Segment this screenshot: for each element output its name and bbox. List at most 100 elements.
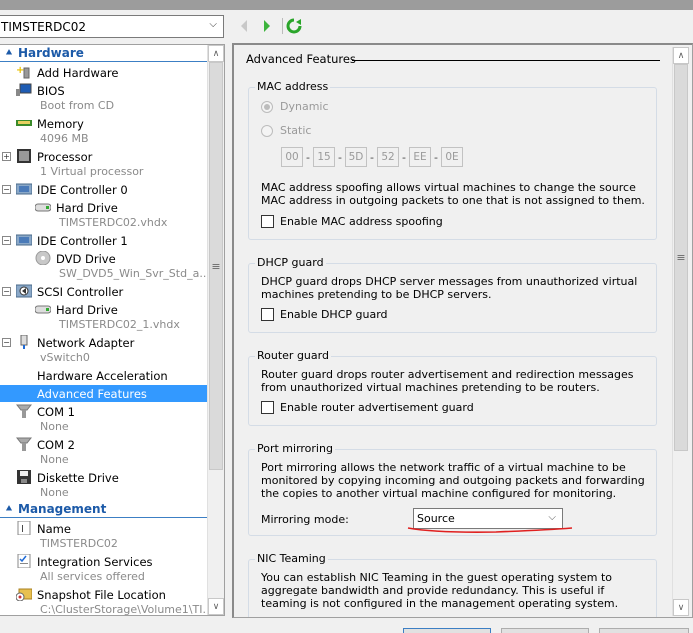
toolbar-separator (282, 18, 283, 34)
tree-item-subtext: SW_DVD5_Win_Svr_Std_a... (59, 267, 210, 280)
mac-spoofing-description: MAC address spoofing allows virtual mach… (261, 181, 645, 207)
memory-icon (16, 116, 32, 130)
scroll-up-button[interactable]: ∧ (208, 45, 224, 62)
tree-item-network-adapter[interactable]: − Network Adapter (0, 334, 207, 351)
collapse-icon[interactable]: − (2, 185, 11, 194)
scroll-down-button[interactable]: ∨ (673, 599, 689, 616)
add-hardware-icon: + (16, 65, 32, 79)
router-guard-checkbox[interactable]: Enable router advertisement guard (261, 401, 474, 414)
collapse-icon[interactable]: ⯅ (0, 48, 18, 59)
section-header-label: Hardware (18, 46, 84, 60)
tree-item-memory[interactable]: Memory (0, 115, 207, 132)
back-arrow-icon (241, 20, 247, 32)
port-mirroring-description: Port mirroring allows the network traffi… (261, 461, 645, 500)
tree-item-diskette-drive[interactable]: Diskette Drive (0, 469, 207, 486)
mac-octet-field[interactable]: 0E (441, 147, 463, 167)
tree-item-com-1[interactable]: COM 1 (0, 403, 207, 420)
section-header-label: Management (18, 502, 107, 516)
mac-address-input: 00 - 15 - 5D - 52 - EE - 0E (281, 147, 463, 167)
dhcp-guard-legend: DHCP guard (255, 256, 326, 269)
mac-octet-field[interactable]: 5D (345, 147, 367, 167)
tree-item-integration-services[interactable]: Integration Services (0, 553, 207, 570)
tree-item-subtext: 4096 MB (40, 132, 89, 145)
scrollbar-thumb[interactable]: ≡ (674, 64, 688, 451)
apply-button[interactable] (599, 628, 689, 633)
hard-drive-icon (34, 200, 52, 214)
static-mac-radio[interactable]: Static (261, 124, 311, 137)
cancel-button[interactable] (501, 628, 589, 633)
dhcp-guard-group: DHCP guard DHCP guard drops DHCP server … (248, 256, 657, 333)
tree-item-ide-controller-1[interactable]: − IDE Controller 1 (0, 232, 207, 249)
tree-item-subtext: TIMSTERDC02.vhdx (59, 216, 168, 229)
tree-item-bios[interactable]: BIOS (0, 82, 207, 99)
vm-selector-dropdown[interactable]: TIMSTERDC02 ⌵ (0, 15, 224, 38)
checkbox[interactable] (261, 215, 274, 228)
tree-item-hardware-acceleration[interactable]: Hardware Acceleration (0, 367, 207, 384)
settings-tree: ⯅ Hardware + Add Hardware BIOS Boot from… (0, 45, 213, 615)
static-mac-label: Static (280, 124, 312, 137)
integration-services-icon (16, 553, 32, 569)
collapse-icon[interactable]: − (2, 287, 11, 296)
vm-selector-value: TIMSTERDC02 (1, 19, 86, 34)
scrollbar-thumb[interactable]: ≡ (209, 62, 223, 470)
tree-item-add-hardware[interactable]: + Add Hardware (0, 64, 207, 81)
tree-item-name[interactable]: I Name (0, 520, 207, 537)
tree-item-com-2[interactable]: COM 2 (0, 436, 207, 453)
collapse-icon[interactable]: − (2, 338, 11, 347)
diskette-icon (16, 470, 32, 484)
settings-detail-pane: Advanced Features MAC address Dynamic St… (232, 43, 693, 618)
expand-icon[interactable]: + (2, 152, 11, 161)
dynamic-mac-radio[interactable]: Dynamic (261, 100, 329, 113)
collapse-icon[interactable]: ⯅ (0, 504, 18, 515)
radio-button[interactable] (261, 100, 273, 113)
svg-text:+: + (16, 65, 24, 76)
tree-item-subtext: None (40, 486, 69, 499)
nic-teaming-checkbox[interactable] (261, 617, 280, 618)
tree-item-processor[interactable]: + Processor (0, 148, 207, 165)
mirroring-mode-label: Mirroring mode: (261, 513, 349, 526)
checkbox[interactable] (261, 401, 274, 414)
router-guard-description: Router guard drops router advertisement … (261, 368, 634, 394)
tree-item-ide-controller-0[interactable]: − IDE Controller 0 (0, 181, 207, 198)
mac-octet-field[interactable]: 15 (313, 147, 335, 167)
tree-item-subtext: None (40, 420, 69, 433)
detail-scrollbar[interactable]: ∧ ≡ ∨ (672, 47, 689, 616)
ok-button[interactable] (403, 628, 491, 633)
tree-item-hard-drive[interactable]: Hard Drive (0, 199, 207, 216)
router-guard-label: Enable router advertisement guard (280, 401, 474, 414)
radio-button[interactable] (261, 124, 273, 137)
scroll-down-button[interactable]: ∨ (208, 598, 224, 615)
mac-octet-field[interactable]: EE (409, 147, 431, 167)
tree-item-hard-drive[interactable]: Hard Drive (0, 301, 207, 318)
com-port-icon (15, 404, 33, 418)
nic-teaming-description: You can establish NIC Teaming in the gue… (261, 571, 619, 610)
tree-item-dvd-drive[interactable]: DVD Drive (0, 250, 207, 267)
dynamic-mac-label: Dynamic (280, 100, 329, 113)
mac-octet-field[interactable]: 00 (281, 147, 303, 167)
back-button[interactable] (236, 16, 252, 36)
port-mirroring-legend: Port mirroring (255, 442, 335, 455)
checkbox[interactable] (261, 617, 274, 618)
tree-item-snapshot-file-location[interactable]: Snapshot File Location (0, 586, 207, 603)
section-header-management[interactable]: ⯅ Management (0, 501, 207, 518)
mac-octet-field[interactable]: 52 (377, 147, 399, 167)
router-guard-group: Router guard Router guard drops router a… (248, 349, 657, 426)
checkbox[interactable] (261, 308, 274, 321)
port-mirroring-group: Port mirroring Port mirroring allows the… (248, 442, 657, 536)
tree-item-subtext: Boot from CD (40, 99, 115, 112)
collapse-icon[interactable]: − (2, 236, 11, 245)
tree-item-subtext: All services offered (40, 570, 145, 583)
mac-address-group: MAC address Dynamic Static 00 - 15 - 5D … (248, 80, 657, 240)
tree-item-scsi-controller[interactable]: − SCSI Controller (0, 283, 207, 300)
nic-teaming-legend: NIC Teaming (255, 552, 328, 565)
refresh-button[interactable] (286, 16, 302, 36)
dhcp-guard-checkbox[interactable]: Enable DHCP guard (261, 308, 388, 321)
section-header-hardware[interactable]: ⯅ Hardware (0, 45, 207, 62)
scroll-up-button[interactable]: ∧ (673, 47, 689, 64)
tree-scrollbar[interactable]: ∧ ≡ ∨ (207, 45, 224, 615)
red-underline-annotation (407, 527, 573, 533)
tree-item-subtext: TIMSTERDC02_1.vhdx (59, 318, 180, 331)
mac-spoofing-checkbox[interactable]: Enable MAC address spoofing (261, 215, 443, 228)
tree-item-advanced-features[interactable]: Advanced Features (0, 385, 207, 402)
forward-button[interactable] (259, 16, 275, 36)
